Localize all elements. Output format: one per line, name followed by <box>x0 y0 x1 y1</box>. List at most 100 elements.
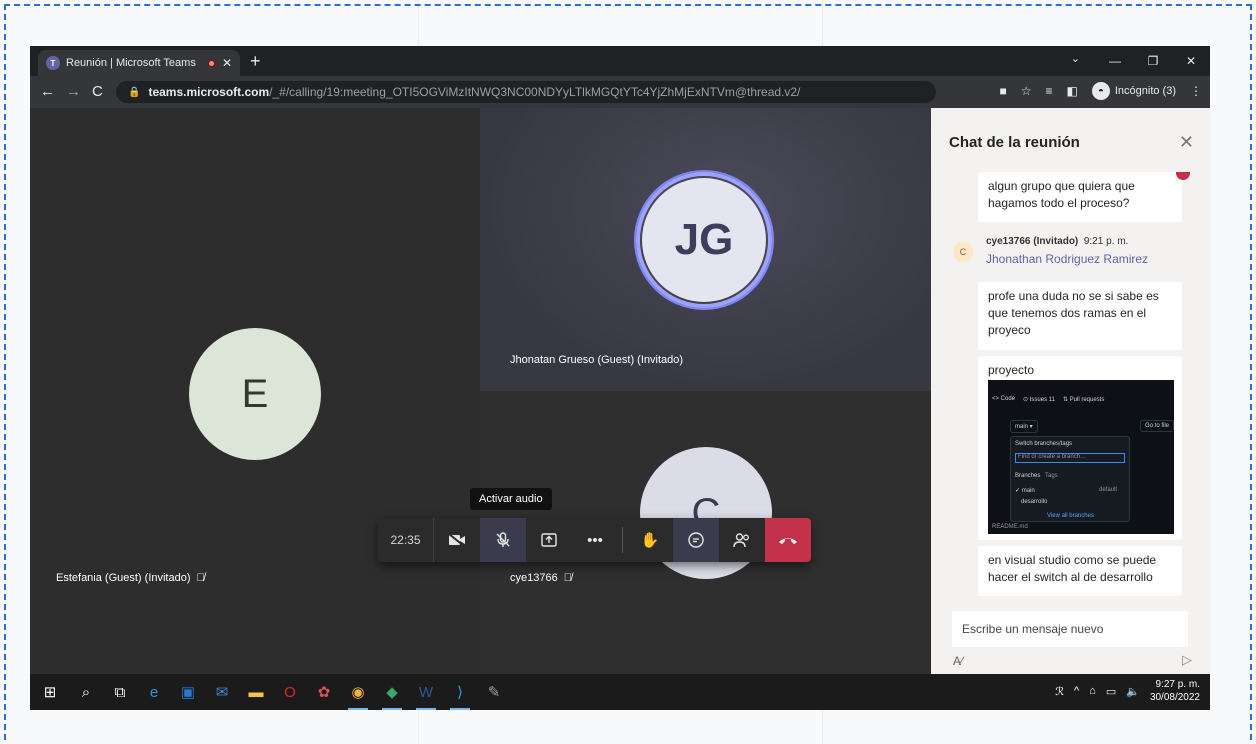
avatar: JG <box>642 178 766 302</box>
raise-hand-button[interactable]: ✋ <box>627 518 673 562</box>
tooltip: Activar audio <box>470 488 552 510</box>
reaction-indicator <box>1176 172 1190 180</box>
participant-tile: JG Jhonatan Grueso (Guest) (Invitado) <box>480 108 931 391</box>
people-icon <box>733 533 749 548</box>
branch-button: main ▾ <box>1010 420 1038 433</box>
minimize-icon[interactable]: — <box>1096 46 1134 76</box>
browser-window: T Reunión | Microsoft Teams ✕ + ⌄ — ❐ ✕ … <box>30 46 1210 710</box>
star-icon[interactable]: ☆ <box>1021 84 1032 98</box>
vscode-icon[interactable]: ⟩ <box>446 680 474 710</box>
participant-tile: E Estefania (Guest) (Invitado) 🎙̸ <box>30 108 480 674</box>
store-icon[interactable]: ▣ <box>174 680 202 704</box>
goto-file-button: Go to file <box>1139 420 1174 432</box>
meeting-toolbar: 22:35 ••• ✋ <box>378 518 811 562</box>
window-close-icon[interactable]: ✕ <box>1172 46 1210 76</box>
file-explorer-icon[interactable]: ▬ <box>242 680 270 704</box>
more-actions-button[interactable]: ••• <box>572 518 618 562</box>
volume-icon[interactable]: 🔈 <box>1126 685 1140 698</box>
participant-name: Jhonatan Grueso (Guest) (Invitado) <box>510 354 684 366</box>
chat-button[interactable] <box>673 518 719 562</box>
restore-icon[interactable]: ❐ <box>1134 46 1172 76</box>
screenshot-tabs: <> Code ⊙ Issues 11 ⇅ Pull requests <box>992 396 1105 403</box>
taskbar: ⊞ ⌕ ⧉ e ▣ ✉ ▬ O ✿ ◉ ◆ W ⟩ ✎ ℛ ^ ⌂ ▭ 🔈 9:… <box>30 674 1210 710</box>
chat-panel: Chat de la reunión ✕ algun grupo que qui… <box>931 108 1210 674</box>
edge-icon[interactable]: e <box>140 680 168 704</box>
avatar: C <box>953 242 973 262</box>
chat-icon <box>688 532 704 548</box>
close-icon[interactable]: ✕ <box>222 56 232 70</box>
hangup-icon <box>779 538 797 544</box>
branch-popup: Switch branches/tags Find or create a br… <box>1010 436 1130 522</box>
divider <box>622 527 623 553</box>
incognito-icon: ◓ <box>1091 82 1110 100</box>
incognito-button[interactable]: ◓ Incógnito (3) <box>1091 82 1176 100</box>
tool-icon[interactable]: ✎ <box>480 680 508 704</box>
tab-title: Reunión | Microsoft Teams <box>66 57 196 69</box>
tab-teams[interactable]: T Reunión | Microsoft Teams ✕ <box>38 50 240 76</box>
forward-icon[interactable]: → <box>66 83 81 100</box>
tab-bar: T Reunión | Microsoft Teams ✕ + ⌄ — ❐ ✕ <box>30 46 1210 76</box>
unmute-button[interactable] <box>480 518 526 562</box>
reload-icon[interactable]: C <box>92 83 103 100</box>
word-icon[interactable]: W <box>412 680 440 710</box>
participant-name: Estefania (Guest) (Invitado) 🎙̸ <box>56 572 205 584</box>
chrome-icon[interactable]: ◉ <box>344 680 372 710</box>
side-panel-icon[interactable]: ◧ <box>1067 84 1078 98</box>
message-meta: cye13766 (Invitado) 9:21 p. m. <box>986 236 1129 247</box>
mic-muted-icon: 🎙̸ <box>563 572 572 584</box>
system-tray: ℛ ^ ⌂ ▭ 🔈 9:27 p. m. 30/08/2022 <box>1055 678 1200 704</box>
app-icon[interactable]: ◆ <box>378 680 406 710</box>
menu-icon[interactable]: ⋮ <box>1190 84 1202 98</box>
toolbar-icons: ■ ☆ ≡ ◧ ◓ Incógnito (3) ⋮ <box>999 82 1202 100</box>
chat-message: algun grupo que quiera que hagamos todo … <box>978 172 1182 222</box>
format-icon[interactable]: A⁄ <box>953 654 963 668</box>
people-icon[interactable]: ℛ <box>1055 685 1064 698</box>
display-icon[interactable]: ▭ <box>1106 685 1116 698</box>
address-bar: ← → C 🔒 teams.microsoft.com/_#/calling/1… <box>30 76 1210 108</box>
reading-list-icon[interactable]: ≡ <box>1045 84 1052 98</box>
url-path: /_#/calling/19:meeting_OTI5OGViMzItNWQ3N… <box>269 85 801 99</box>
share-icon <box>541 533 557 547</box>
chat-message: en visual studio como se puede hacer el … <box>978 546 1182 596</box>
chat-title: Chat de la reunión <box>949 134 1080 151</box>
avatar: E <box>189 328 321 460</box>
chat-message: profe una duda no se si sabe es que tene… <box>978 282 1182 350</box>
mail-icon[interactable]: ✉ <box>208 680 236 704</box>
teams-icon: T <box>46 56 60 70</box>
share-button[interactable] <box>526 518 572 562</box>
window-controls: — ❐ ✕ <box>1096 46 1210 76</box>
hand-icon: ✋ <box>640 532 660 549</box>
close-icon[interactable]: ✕ <box>1179 132 1194 153</box>
network-icon[interactable]: ⌂ <box>1089 685 1096 697</box>
meeting-timer: 22:35 <box>378 518 434 562</box>
chevron-up-icon[interactable]: ^ <box>1074 685 1079 697</box>
opera-icon[interactable]: O <box>276 680 304 704</box>
participant-name: cye13766 🎙̸ <box>510 572 572 584</box>
camera-off-icon <box>448 533 465 547</box>
leave-button[interactable] <box>765 518 811 562</box>
lock-icon: 🔒 <box>128 86 141 98</box>
url-host: teams.microsoft.com <box>148 85 270 99</box>
task-view-icon[interactable]: ⧉ <box>106 680 134 704</box>
search-icon[interactable]: ⌕ <box>72 680 100 704</box>
incognito-label: Incógnito (3) <box>1114 85 1176 97</box>
clock[interactable]: 9:27 p. m. 30/08/2022 <box>1150 678 1200 704</box>
recording-icon <box>206 58 216 68</box>
url-field[interactable]: 🔒 teams.microsoft.com/_#/calling/19:meet… <box>116 81 936 103</box>
mic-off-icon <box>496 532 510 547</box>
windows-start-icon[interactable]: ⊞ <box>36 680 64 704</box>
message-input[interactable]: Escribe un mensaje nuevo <box>952 611 1188 647</box>
camera-off-button[interactable] <box>434 518 480 562</box>
mic-muted-icon: 🎙̸ <box>196 572 205 584</box>
send-icon[interactable]: ▷ <box>1182 652 1192 668</box>
back-icon[interactable]: ← <box>40 83 55 100</box>
paint-icon[interactable]: ✿ <box>310 680 338 704</box>
shared-image[interactable]: <> Code ⊙ Issues 11 ⇅ Pull requests main… <box>988 380 1174 534</box>
tab-search-icon[interactable]: ⌄ <box>1071 52 1080 65</box>
participants-button[interactable] <box>719 518 765 562</box>
meeting-stage: E Estefania (Guest) (Invitado) 🎙̸ JG Jho… <box>30 108 1210 674</box>
new-tab-icon[interactable]: + <box>250 51 261 72</box>
camera-icon[interactable]: ■ <box>999 84 1006 98</box>
mention-link[interactable]: Jhonathan Rodriguez Ramirez <box>986 252 1148 266</box>
more-icon: ••• <box>587 531 603 549</box>
